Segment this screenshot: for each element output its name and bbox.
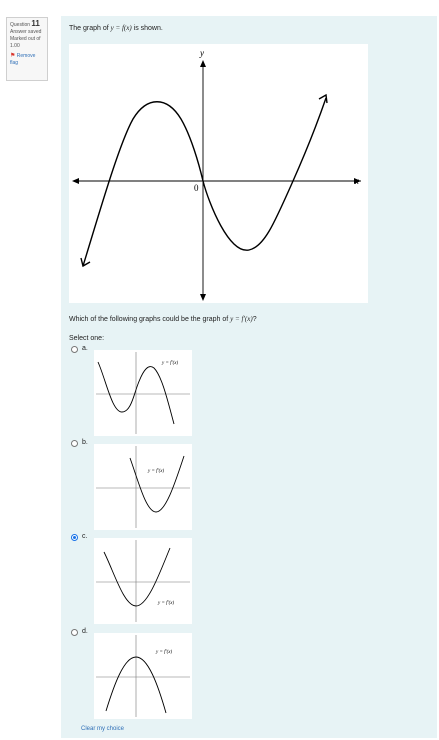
main-x-arrow-left — [72, 178, 79, 184]
option-d-svg: y = f′(x) — [96, 635, 190, 717]
main-graph: y x 0 — [69, 44, 368, 303]
main-y-arrow-down — [200, 294, 206, 301]
option-d-graph[interactable]: y = f′(x) — [94, 633, 192, 719]
option-d-radio[interactable] — [71, 629, 78, 636]
main-curve — [82, 97, 327, 267]
option-a-letter: a. — [82, 345, 88, 352]
option-b-graph[interactable]: y = f′(x) — [94, 444, 192, 530]
question-label: Question — [10, 22, 31, 28]
option-b-radio[interactable] — [71, 440, 78, 447]
question-info-box: Question 11 Answer saved Marked out of 1… — [6, 17, 48, 81]
question-content: The graph of y = f(x) is shown. y x 0 Wh… — [61, 16, 437, 738]
question-function: y = f(x) — [110, 24, 132, 32]
remove-flag-link[interactable]: ⚑ Remove flag — [10, 53, 44, 67]
option-a-graph[interactable]: y = f′(x) — [94, 350, 192, 436]
question-text-prefix: The graph of — [69, 25, 111, 32]
question-prompt: Which of the following graphs could be t… — [69, 315, 257, 323]
option-a-radio[interactable] — [71, 346, 78, 353]
main-curve-arrow-right — [318, 93, 328, 104]
option-c-radio[interactable] — [71, 534, 78, 541]
mark-value: 1.00 — [10, 43, 20, 49]
option-b-curve — [129, 455, 185, 513]
flag-icon: ⚑ — [10, 53, 16, 59]
main-x-label: x — [354, 176, 359, 186]
prompt-suffix: ? — [252, 316, 257, 323]
option-b-graph-label: y = f′(x) — [147, 469, 164, 474]
question-number: 11 — [31, 19, 40, 28]
option-c-svg: y = f′(x) — [96, 540, 190, 622]
prompt-prefix: Which of the following graphs could be t… — [69, 316, 231, 323]
main-origin-label: 0 — [194, 183, 199, 193]
option-c-letter: c. — [82, 533, 88, 540]
option-c-graph[interactable]: y = f′(x) — [94, 538, 192, 624]
option-a-svg: y = f′(x) — [96, 352, 190, 434]
answer-status: Answer saved — [10, 29, 42, 35]
prompt-function: y = f′(x) — [230, 315, 253, 323]
option-a-graph-label: y = f′(x) — [161, 361, 178, 366]
main-y-arrow-up — [200, 60, 206, 67]
option-b-letter: b. — [82, 439, 88, 446]
option-b-svg: y = f′(x) — [96, 446, 190, 528]
option-c-graph-label: y = f′(x) — [157, 601, 174, 606]
option-d-letter: d. — [82, 628, 88, 635]
select-one-label: Select one: — [69, 335, 105, 342]
marked-out-of-label: Marked out of — [10, 36, 41, 42]
clear-choice-link[interactable]: Clear my choice — [81, 726, 124, 732]
option-d-graph-label: y = f′(x) — [155, 650, 172, 655]
question-text: The graph of y = f(x) is shown. — [69, 24, 163, 32]
question-text-suffix: is shown. — [131, 25, 163, 32]
option-c-curve — [103, 547, 171, 607]
main-graph-svg: y x 0 — [72, 48, 361, 301]
main-y-label: y — [199, 48, 204, 58]
